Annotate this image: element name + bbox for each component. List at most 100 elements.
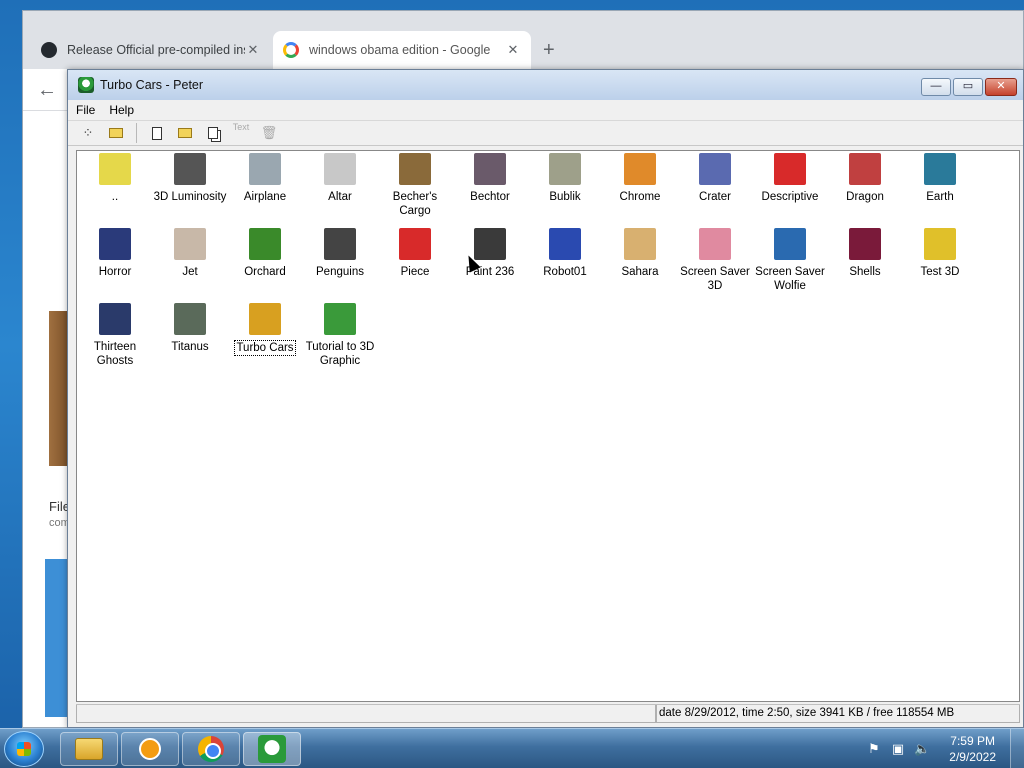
- new-folder-icon: [178, 128, 192, 138]
- item-label: Screen Saver Wolfie: [755, 266, 825, 292]
- explorer-icon: [75, 738, 103, 760]
- new-file-button[interactable]: [145, 122, 169, 144]
- file-item[interactable]: Screen Saver 3D: [677, 228, 753, 293]
- background-image: [45, 559, 69, 717]
- minimize-button[interactable]: —: [921, 78, 951, 96]
- item-thumbnail-icon: [849, 153, 881, 185]
- taskbar-chrome[interactable]: [182, 732, 240, 766]
- item-label: Penguins: [316, 266, 364, 278]
- file-item[interactable]: Shells: [827, 228, 903, 279]
- item-label: 3D Luminosity: [153, 191, 227, 203]
- item-thumbnail-icon: [174, 153, 206, 185]
- item-thumbnail-icon: [774, 228, 806, 260]
- file-item[interactable]: Titanus: [152, 303, 228, 354]
- item-thumbnail-icon: [174, 228, 206, 260]
- open-folder-icon: [109, 128, 123, 138]
- file-item[interactable]: Horror: [77, 228, 153, 279]
- file-item[interactable]: 3D Luminosity: [152, 153, 228, 204]
- file-item[interactable]: Test 3D: [902, 228, 978, 279]
- new-tab-button[interactable]: +: [543, 39, 555, 62]
- menu-bar: File Help: [68, 100, 1023, 120]
- item-label: Thirteen Ghosts: [93, 341, 137, 367]
- item-thumbnail-icon: [549, 228, 581, 260]
- network-icon[interactable]: ▣: [890, 741, 906, 757]
- close-icon[interactable]: ✕: [505, 42, 521, 58]
- browser-tab-strip: Release Official pre-compiled ins ✕ wind…: [23, 11, 1023, 69]
- item-thumbnail-icon: [624, 153, 656, 185]
- file-item[interactable]: Earth: [902, 153, 978, 204]
- file-item[interactable]: Sahara: [602, 228, 678, 279]
- file-item[interactable]: Thirteen Ghosts: [77, 303, 153, 368]
- item-label: Earth: [926, 191, 954, 203]
- item-label: Shells: [849, 266, 881, 278]
- chrome-icon: [198, 736, 224, 762]
- item-label: Test 3D: [920, 266, 960, 278]
- item-thumbnail-icon: [399, 228, 431, 260]
- item-label: Dragon: [846, 191, 884, 203]
- file-item[interactable]: ..: [77, 153, 153, 204]
- file-item[interactable]: Bublik: [527, 153, 603, 204]
- title-bar[interactable]: Turbo Cars - Peter — ▭ ✕: [68, 70, 1023, 100]
- item-label: ..: [111, 191, 119, 203]
- file-item[interactable]: Chrome: [602, 153, 678, 204]
- menu-file[interactable]: File: [76, 103, 95, 117]
- taskbar: ⚑ ▣ 🔈 7:59 PM 2/9/2022: [0, 728, 1024, 768]
- file-item[interactable]: Screen Saver Wolfie: [752, 228, 828, 293]
- file-item[interactable]: Dragon: [827, 153, 903, 204]
- item-label: Jet: [182, 266, 198, 278]
- rename-button[interactable]: Text: [229, 122, 253, 144]
- item-label: Becher's Cargo: [392, 191, 438, 217]
- item-thumbnail-icon: [249, 303, 281, 335]
- file-item[interactable]: Jet: [152, 228, 228, 279]
- tree-view-button[interactable]: ⁘: [76, 122, 100, 144]
- file-item[interactable]: Becher's Cargo: [377, 153, 453, 218]
- file-item[interactable]: Descriptive: [752, 153, 828, 204]
- taskbar-turbo-cars[interactable]: [243, 732, 301, 766]
- file-item[interactable]: Orchard: [227, 228, 303, 279]
- file-item[interactable]: Crater: [677, 153, 753, 204]
- close-button[interactable]: ✕: [985, 78, 1017, 96]
- delete-button[interactable]: 🗑: [257, 122, 281, 144]
- file-browser-view[interactable]: .. 3D Luminosity Airplane Altar Becher's Car…: [76, 150, 1020, 702]
- file-item[interactable]: Turbo Cars: [227, 303, 303, 356]
- open-folder-button[interactable]: [104, 122, 128, 144]
- status-bar: date 8/29/2012, time 2:50, size 3941 KB …: [76, 704, 1020, 723]
- menu-help[interactable]: Help: [109, 103, 134, 117]
- file-item[interactable]: Altar: [302, 153, 378, 204]
- window-controls: — ▭ ✕: [921, 78, 1017, 96]
- window-title: Turbo Cars - Peter: [100, 78, 204, 92]
- start-button[interactable]: [4, 731, 44, 767]
- browser-tab-google[interactable]: windows obama edition - Google ✕: [273, 31, 531, 69]
- file-item[interactable]: Penguins: [302, 228, 378, 279]
- clock[interactable]: 7:59 PM 2/9/2022: [949, 733, 996, 765]
- item-thumbnail-icon: [474, 228, 506, 260]
- volume-icon[interactable]: 🔈: [914, 741, 930, 757]
- copy-button[interactable]: [201, 122, 225, 144]
- back-arrow-icon[interactable]: ←: [37, 79, 57, 102]
- show-desktop-button[interactable]: [1010, 729, 1024, 768]
- item-thumbnail-icon: [249, 153, 281, 185]
- file-item[interactable]: Airplane: [227, 153, 303, 204]
- file-item[interactable]: Paint 236: [452, 228, 528, 279]
- background-image: [49, 311, 69, 466]
- file-item[interactable]: Robot01: [527, 228, 603, 279]
- close-icon[interactable]: ✕: [245, 42, 261, 58]
- maximize-button[interactable]: ▭: [953, 78, 983, 96]
- turbo-cars-window: Turbo Cars - Peter — ▭ ✕ File Help ⁘ Tex…: [67, 69, 1024, 728]
- action-center-icon[interactable]: ⚑: [866, 741, 882, 757]
- file-item[interactable]: Tutorial to 3D Graphic: [302, 303, 378, 368]
- browser-tab-release[interactable]: Release Official pre-compiled ins ✕: [31, 31, 271, 69]
- item-label: Turbo Cars: [234, 340, 296, 356]
- app-icon: [78, 77, 94, 93]
- clock-time: 7:59 PM: [950, 734, 995, 748]
- file-item[interactable]: Bechtor: [452, 153, 528, 204]
- item-thumbnail-icon: [324, 153, 356, 185]
- taskbar-media-player[interactable]: [121, 732, 179, 766]
- file-item[interactable]: Piece: [377, 228, 453, 279]
- media-player-icon: [139, 738, 161, 760]
- item-label: Bechtor: [470, 191, 510, 203]
- status-text: date 8/29/2012, time 2:50, size 3941 KB …: [656, 705, 1020, 723]
- new-folder-button[interactable]: [173, 122, 197, 144]
- taskbar-explorer[interactable]: [60, 732, 118, 766]
- item-label: Horror: [98, 266, 132, 278]
